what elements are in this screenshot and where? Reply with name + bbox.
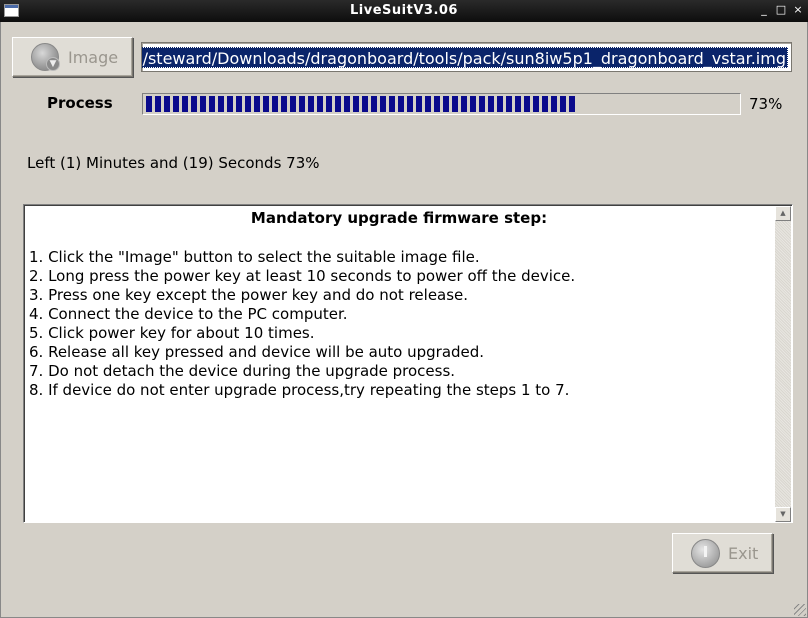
- image-path-value: ne/steward/Downloads/dragonboard/tools/p…: [142, 47, 788, 68]
- image-button[interactable]: ▼ Image: [12, 37, 133, 77]
- instruction-step: 6. Release all key pressed and device wi…: [29, 343, 485, 361]
- exit-button-label: Exit: [728, 544, 759, 563]
- time-remaining: Left (1) Minutes and (19) Seconds 73%: [27, 154, 320, 172]
- process-label: Process: [47, 94, 113, 112]
- progress-percent: 73%: [749, 95, 783, 113]
- exit-button[interactable]: Exit: [672, 533, 773, 573]
- progress-bar: [142, 93, 741, 115]
- download-arrow-icon: ▼: [46, 57, 60, 71]
- instruction-step: 7. Do not detach the device during the u…: [29, 362, 456, 380]
- resize-grip[interactable]: [794, 604, 806, 616]
- instructions-box[interactable]: Mandatory upgrade firmware step: 1. Clic…: [23, 204, 793, 523]
- image-button-label: Image: [68, 48, 119, 67]
- vertical-scrollbar[interactable]: ▲ ▼: [775, 206, 791, 522]
- instructions-list: 1. Click the "Image" button to select th…: [29, 248, 575, 400]
- instruction-step: 1. Click the "Image" button to select th…: [29, 248, 480, 266]
- instruction-step: 3. Press one key except the power key an…: [29, 286, 469, 304]
- scroll-up-button[interactable]: ▲: [775, 206, 791, 221]
- instruction-step: 4. Connect the device to the PC computer…: [29, 305, 348, 323]
- instruction-step: 8. If device do not enter upgrade proces…: [29, 381, 570, 399]
- minimize-button[interactable]: _: [757, 3, 771, 17]
- instruction-step: 5. Click power key for about 10 times.: [29, 324, 315, 342]
- close-button[interactable]: ×: [791, 3, 805, 17]
- title-bar[interactable]: LiveSuitV3.06 _ □ ×: [0, 0, 808, 22]
- maximize-button[interactable]: □: [774, 3, 788, 17]
- instructions-title: Mandatory upgrade firmware step:: [250, 209, 548, 227]
- window-title: LiveSuitV3.06: [350, 3, 458, 18]
- image-path-field[interactable]: ne/steward/Downloads/dragonboard/tools/p…: [141, 42, 792, 72]
- progress-fill: [146, 96, 577, 112]
- instruction-step: 2. Long press the power key at least 10 …: [29, 267, 576, 285]
- power-icon: [691, 539, 720, 568]
- scroll-down-button[interactable]: ▼: [775, 507, 791, 522]
